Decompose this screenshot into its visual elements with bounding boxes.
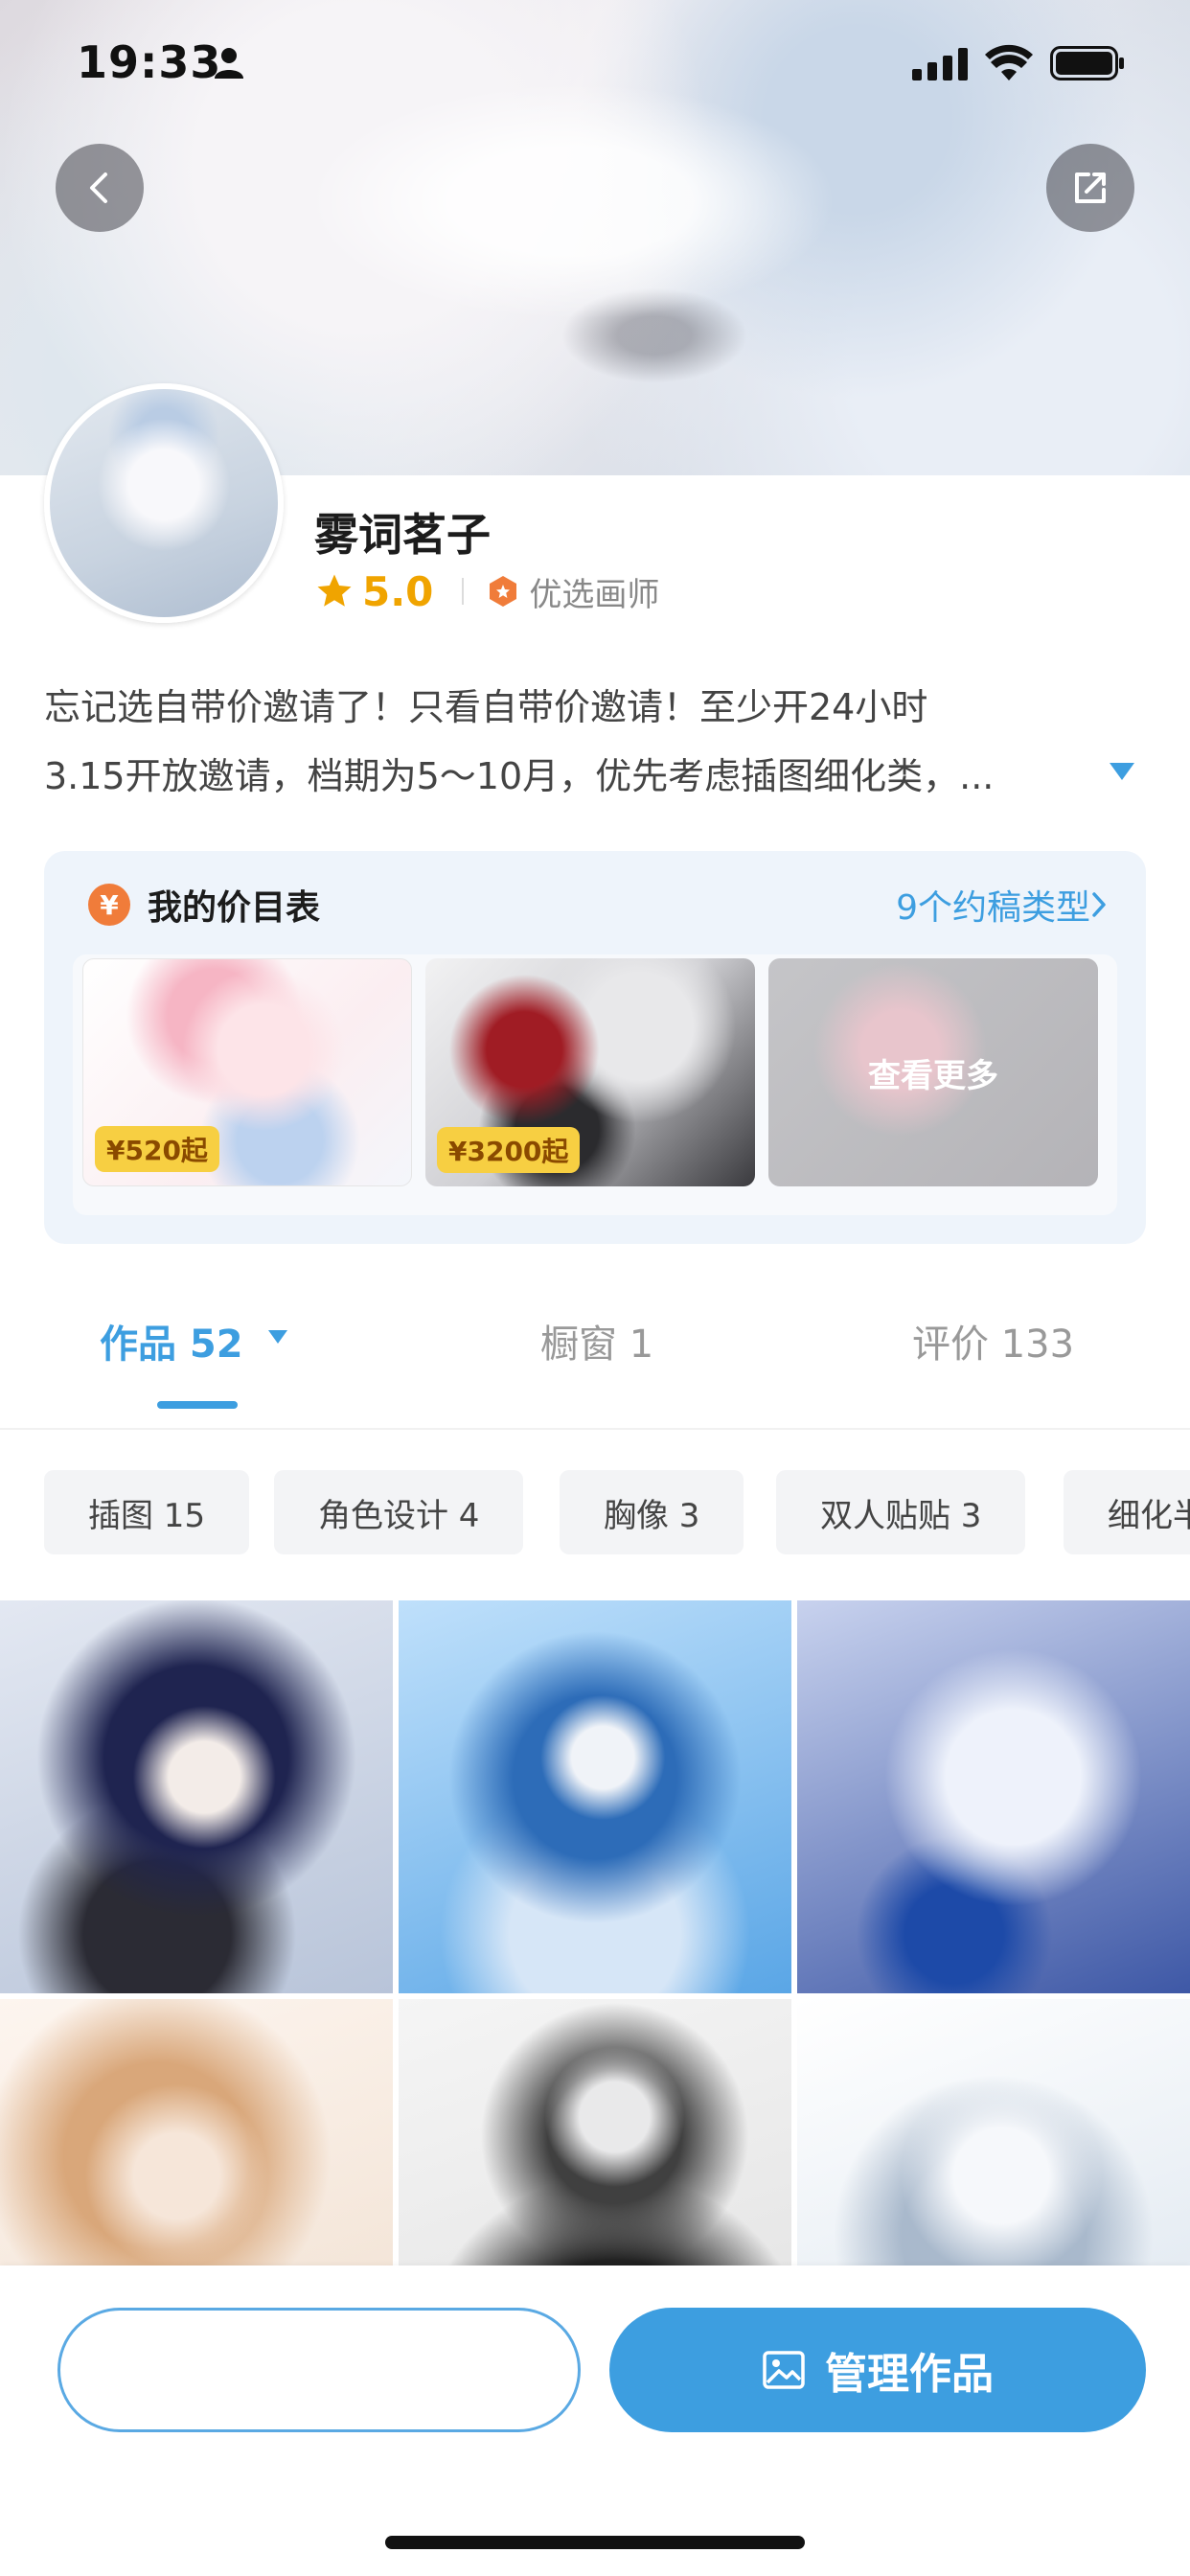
price-thumbnails: ¥520起 ¥3200起 查看更多 <box>73 954 1117 1215</box>
bottom-action-bar: 管理作品 <box>0 2266 1190 2576</box>
divider <box>462 578 465 605</box>
tab-showcase[interactable]: 橱窗 1 <box>540 1313 653 1368</box>
chevron-left-icon <box>90 172 107 203</box>
price-list-title: 我的价目表 <box>148 888 321 928</box>
chip-illustration[interactable]: 插图 15 <box>44 1470 250 1554</box>
category-chips: 插图 15 角色设计 4 胸像 3 双人贴贴 3 细化半身 <box>44 1470 1190 1554</box>
triangle-down-icon[interactable] <box>1108 761 1136 782</box>
avatar[interactable] <box>44 383 284 623</box>
price-item[interactable]: ¥3200起 <box>425 958 755 1186</box>
artwork-thumbnail[interactable] <box>0 1999 393 2266</box>
person-icon <box>215 48 243 79</box>
content-tabs: 作品 52 橱窗 1 评价 133 <box>0 1313 1190 1428</box>
image-icon <box>763 2351 805 2389</box>
artwork-thumbnail[interactable] <box>797 1999 1190 2266</box>
tab-works[interactable]: 作品 52 <box>100 1313 243 1368</box>
badge-icon <box>490 576 517 607</box>
chevron-right-icon <box>1092 892 1106 917</box>
divider <box>0 1428 1190 1430</box>
triangle-down-icon[interactable] <box>266 1328 289 1346</box>
home-indicator <box>385 2536 805 2549</box>
username: 雾词茗子 <box>314 509 491 561</box>
share-button[interactable] <box>1046 144 1134 232</box>
status-time: 19:33 <box>77 36 222 88</box>
bio[interactable]: 忘记选自带价邀请了！只看自带价邀请！至少开24小时 3.15开放邀请，档期为5～… <box>44 673 1108 811</box>
price-tag: ¥520起 <box>95 1126 219 1172</box>
badge-label: 优选画师 <box>529 575 660 614</box>
artwork-thumbnail[interactable] <box>399 1600 791 1993</box>
chip-half-body[interactable]: 细化半身 <box>1064 1470 1190 1554</box>
artwork-thumbnail[interactable] <box>0 1600 393 1993</box>
rating-value: 5.0 <box>362 567 434 615</box>
manage-works-button[interactable]: 管理作品 <box>609 2308 1146 2432</box>
artwork-thumbnail[interactable] <box>797 1600 1190 1993</box>
back-button[interactable] <box>56 144 144 232</box>
wifi-icon <box>985 44 1033 80</box>
secondary-button[interactable] <box>57 2308 581 2432</box>
commission-types-link[interactable]: 9个约稿类型 <box>896 880 1090 930</box>
profile-page: 19:33 雾词茗子 5.0 优选画师 忘记选自带价邀请了！只看自带价邀请！至少… <box>0 0 1190 2576</box>
chip-duo[interactable]: 双人贴贴 3 <box>776 1470 1026 1554</box>
price-tag: ¥3200起 <box>437 1127 581 1173</box>
signal-icon <box>912 48 968 80</box>
rating-row: 5.0 优选画师 <box>314 567 659 615</box>
chip-character-design[interactable]: 角色设计 4 <box>274 1470 524 1554</box>
price-list-card: ¥ 我的价目表 9个约稿类型 ¥520起 ¥3200起 查看更多 <box>44 851 1146 1244</box>
price-item[interactable]: ¥520起 <box>82 958 412 1186</box>
star-icon <box>317 574 352 607</box>
status-bar: 19:33 <box>0 0 1190 125</box>
bio-line: 3.15开放邀请，档期为5～10月，优先考虑插图细化类，... <box>44 755 995 797</box>
chip-bust[interactable]: 胸像 3 <box>560 1470 744 1554</box>
see-more-button[interactable]: 查看更多 <box>768 958 1098 1186</box>
battery-icon <box>1050 46 1124 80</box>
share-icon <box>1075 172 1106 203</box>
yen-icon: ¥ <box>88 884 130 926</box>
bio-line: 忘记选自带价邀请了！只看自带价邀请！至少开24小时 <box>44 686 928 728</box>
manage-works-label: 管理作品 <box>825 2350 994 2399</box>
see-more-label: 查看更多 <box>868 1056 998 1095</box>
artwork-thumbnail[interactable] <box>399 1999 791 2266</box>
tab-indicator <box>157 1401 238 1409</box>
artwork-grid <box>0 1600 1190 2266</box>
tab-reviews[interactable]: 评价 133 <box>912 1313 1074 1368</box>
